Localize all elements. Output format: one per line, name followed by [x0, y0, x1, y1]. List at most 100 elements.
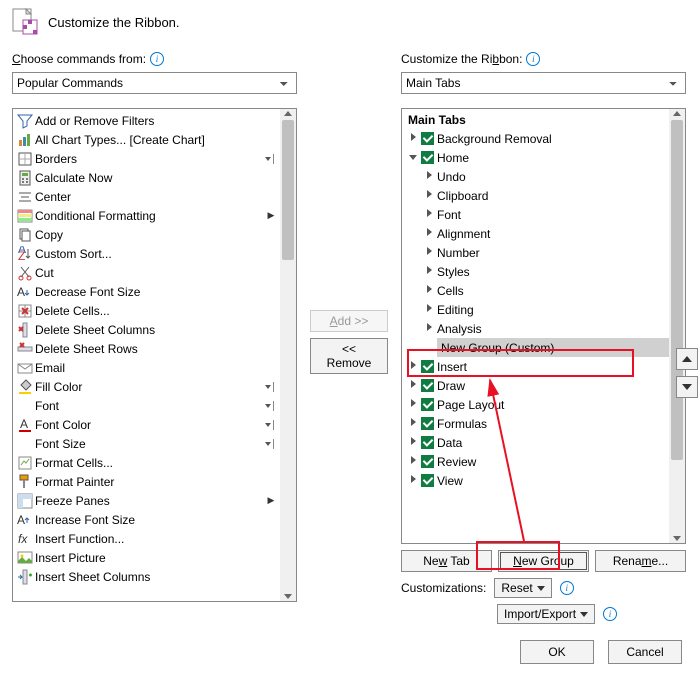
- cancel-button[interactable]: Cancel: [608, 640, 682, 664]
- remove-button[interactable]: << Remove: [310, 338, 388, 374]
- scroll-up-icon[interactable]: [284, 111, 292, 116]
- command-item[interactable]: Delete Sheet Columns: [13, 320, 280, 339]
- tab-row[interactable]: Page Layout: [402, 395, 669, 414]
- command-item[interactable]: AIncrease Font Size: [13, 510, 280, 529]
- info-icon[interactable]: i: [526, 52, 540, 66]
- command-item[interactable]: Insert Sheet Columns: [13, 567, 280, 586]
- expand-icon[interactable]: [424, 190, 434, 201]
- group-row[interactable]: Cells: [402, 281, 669, 300]
- command-item[interactable]: Email: [13, 358, 280, 377]
- expand-icon[interactable]: [424, 209, 434, 220]
- ok-button[interactable]: OK: [520, 640, 594, 664]
- expand-icon[interactable]: [424, 266, 434, 277]
- command-item[interactable]: Cut: [13, 263, 280, 282]
- command-item[interactable]: All Chart Types... [Create Chart]: [13, 130, 280, 149]
- selected-group[interactable]: New Group (Custom): [437, 338, 669, 357]
- command-item[interactable]: Center: [13, 187, 280, 206]
- info-icon[interactable]: i: [150, 52, 164, 66]
- scrollbar[interactable]: [669, 109, 685, 543]
- expand-icon[interactable]: [408, 456, 418, 467]
- tab-row[interactable]: Data: [402, 433, 669, 452]
- reset-button[interactable]: Reset: [494, 578, 551, 598]
- command-item[interactable]: Delete Cells...: [13, 301, 280, 320]
- expand-icon[interactable]: [408, 399, 418, 410]
- scroll-down-icon[interactable]: [673, 536, 681, 541]
- customize-ribbon-combo[interactable]: Main Tabs: [401, 72, 686, 94]
- group-row[interactable]: Font: [402, 205, 669, 224]
- info-icon[interactable]: i: [560, 581, 574, 595]
- command-item[interactable]: Copy: [13, 225, 280, 244]
- group-row[interactable]: Editing: [402, 300, 669, 319]
- tab-row[interactable]: View: [402, 471, 669, 490]
- scroll-up-icon[interactable]: [673, 111, 681, 116]
- custom-group-row[interactable]: New Group (Custom): [402, 338, 669, 357]
- checkbox-icon[interactable]: [421, 379, 434, 392]
- command-item[interactable]: AFont Color: [13, 415, 280, 434]
- picture-icon: [17, 550, 33, 566]
- expand-icon[interactable]: [408, 361, 418, 372]
- move-down-button[interactable]: [676, 376, 698, 398]
- move-up-button[interactable]: [676, 348, 698, 370]
- command-item[interactable]: Format Painter: [13, 472, 280, 491]
- expand-icon[interactable]: [424, 171, 434, 182]
- scroll-down-icon[interactable]: [284, 594, 292, 599]
- command-item[interactable]: Add or Remove Filters: [13, 111, 280, 130]
- new-group-button[interactable]: New Group: [498, 550, 589, 572]
- checkbox-icon[interactable]: [421, 151, 434, 164]
- checkbox-icon[interactable]: [421, 474, 434, 487]
- tab-row[interactable]: Home: [402, 148, 669, 167]
- expand-icon[interactable]: [408, 380, 418, 391]
- expand-icon[interactable]: [408, 418, 418, 429]
- new-tab-button[interactable]: New Tab: [401, 550, 492, 572]
- choose-commands-combo[interactable]: Popular Commands: [12, 72, 297, 94]
- command-item[interactable]: Font: [13, 396, 280, 415]
- checkbox-icon[interactable]: [421, 455, 434, 468]
- checkbox-icon[interactable]: [421, 436, 434, 449]
- commands-listbox[interactable]: Add or Remove FiltersAll Chart Types... …: [12, 108, 297, 602]
- group-row[interactable]: Alignment: [402, 224, 669, 243]
- rename-button[interactable]: Rename...: [595, 550, 686, 572]
- group-row[interactable]: Styles: [402, 262, 669, 281]
- expand-icon[interactable]: [424, 247, 434, 258]
- group-row[interactable]: Undo: [402, 167, 669, 186]
- command-item[interactable]: Conditional Formatting▶: [13, 206, 280, 225]
- command-item[interactable]: Calculate Now: [13, 168, 280, 187]
- expand-icon[interactable]: [408, 475, 418, 486]
- checkbox-icon[interactable]: [421, 360, 434, 373]
- checkbox-icon[interactable]: [421, 398, 434, 411]
- tab-row[interactable]: Background Removal: [402, 129, 669, 148]
- command-item[interactable]: Borders: [13, 149, 280, 168]
- ribbon-tree[interactable]: Main Tabs Background RemovalHomeUndoClip…: [401, 108, 686, 544]
- scroll-thumb[interactable]: [671, 120, 683, 460]
- tab-row[interactable]: Formulas: [402, 414, 669, 433]
- group-row[interactable]: Clipboard: [402, 186, 669, 205]
- scroll-thumb[interactable]: [282, 120, 294, 260]
- checkbox-icon[interactable]: [421, 417, 434, 430]
- expand-icon[interactable]: [408, 133, 418, 144]
- info-icon[interactable]: i: [603, 607, 617, 621]
- expand-icon[interactable]: [424, 323, 434, 334]
- expand-icon[interactable]: [424, 285, 434, 296]
- command-item[interactable]: Delete Sheet Rows: [13, 339, 280, 358]
- expand-icon[interactable]: [424, 228, 434, 239]
- command-item[interactable]: Freeze Panes▶: [13, 491, 280, 510]
- command-item[interactable]: Fill Color: [13, 377, 280, 396]
- tab-row[interactable]: Insert: [402, 357, 669, 376]
- command-item[interactable]: Format Cells...: [13, 453, 280, 472]
- import-export-button[interactable]: Import/Export: [497, 604, 595, 624]
- expand-icon[interactable]: [424, 304, 434, 315]
- scrollbar[interactable]: [280, 109, 296, 601]
- expand-icon[interactable]: [408, 437, 418, 448]
- tab-row[interactable]: Draw: [402, 376, 669, 395]
- command-item[interactable]: Font Size: [13, 434, 280, 453]
- command-item[interactable]: AZCustom Sort...: [13, 244, 280, 263]
- command-item[interactable]: fxInsert Function...: [13, 529, 280, 548]
- command-item[interactable]: Insert Picture: [13, 548, 280, 567]
- group-row[interactable]: Number: [402, 243, 669, 262]
- expand-icon[interactable]: [408, 152, 418, 163]
- checkbox-icon[interactable]: [421, 132, 434, 145]
- command-item[interactable]: ADecrease Font Size: [13, 282, 280, 301]
- tab-row[interactable]: Review: [402, 452, 669, 471]
- group-row[interactable]: Analysis: [402, 319, 669, 338]
- command-label: Copy: [35, 228, 63, 242]
